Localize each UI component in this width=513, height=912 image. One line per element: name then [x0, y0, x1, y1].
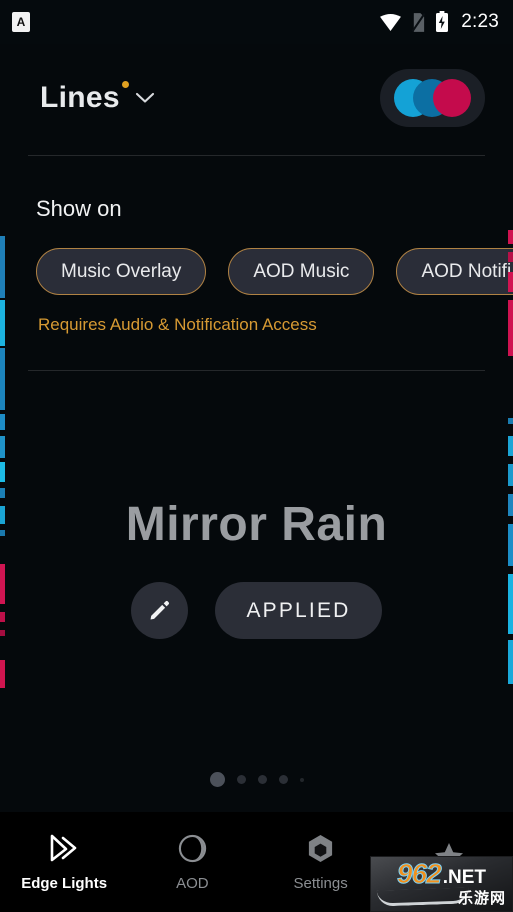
show-on-chip-row[interactable]: Music Overlay AOD Music AOD Notifi	[36, 248, 513, 295]
nav-item-settings[interactable]: Settings	[257, 812, 385, 912]
nav-item-aod[interactable]: AOD	[128, 812, 256, 912]
applied-button-label: APPLIED	[246, 598, 351, 622]
status-bar-clock: 2:23	[461, 11, 499, 32]
chip-music-overlay[interactable]: Music Overlay	[36, 248, 207, 295]
edge-light-segment	[508, 300, 513, 356]
divider-bottom	[28, 370, 485, 371]
nav-item-edge-lights[interactable]: Edge Lights	[0, 812, 128, 912]
edit-preset-button[interactable]	[131, 582, 189, 639]
edge-light-segment	[508, 464, 513, 486]
hex-nut-icon	[309, 834, 333, 862]
nav-label-edge-lights: Edge Lights	[21, 875, 108, 892]
preset-action-row: APPLIED	[0, 582, 513, 639]
current-preset-name: Mirror Rain	[125, 498, 388, 551]
chevron-down-icon[interactable]	[134, 91, 156, 105]
pencil-icon	[150, 601, 170, 620]
divider-top	[28, 155, 485, 156]
chip-label: AOD Notifi	[421, 260, 512, 282]
status-bar-notifications: A	[12, 12, 30, 32]
site-watermark: 962 .NET 乐游网	[370, 856, 513, 912]
edge-light-segment	[508, 418, 513, 424]
applied-button[interactable]: APPLIED	[215, 582, 382, 639]
chip-label: AOD Music	[253, 260, 350, 282]
preset-title-holder: Lines	[40, 80, 129, 114]
app-notification-icon: A	[12, 12, 30, 32]
pager-dot[interactable]	[236, 775, 246, 784]
watermark-brand: 962	[397, 858, 443, 889]
edge-light-segment	[508, 436, 513, 456]
watermark-tld: .NET	[442, 867, 486, 888]
moon-circle-icon	[178, 834, 207, 862]
watermark-brand-row: 962 .NET	[371, 858, 512, 889]
pager-dot-active[interactable]	[209, 772, 225, 787]
page-title: Lines	[40, 80, 120, 114]
status-bar: A 2:23	[0, 0, 513, 44]
preset-header: Lines	[0, 55, 513, 140]
pager-dot[interactable]	[257, 775, 267, 784]
edge-light-segment	[508, 230, 513, 244]
app-screen: A 2:23 Lines Show on Music Overlay AOD M…	[0, 0, 513, 912]
nav-label-settings: Settings	[293, 874, 348, 892]
edge-light-segment	[0, 236, 5, 298]
notification-letter: A	[16, 15, 26, 29]
no-sim-icon	[411, 12, 426, 32]
edge-light-segment	[508, 640, 513, 684]
watermark-swoosh-icon	[376, 887, 470, 907]
palette-color-swatch	[433, 78, 471, 117]
show-on-label: Show on	[36, 196, 122, 221]
edge-light-segment	[0, 300, 5, 346]
unsaved-changes-dot-icon	[121, 80, 129, 88]
edge-light-segment	[0, 436, 5, 458]
chip-label: Music Overlay	[61, 260, 182, 282]
color-palette-button[interactable]	[380, 68, 485, 127]
watermark-chinese-name: 乐游网	[457, 890, 506, 907]
pager-dots[interactable]	[0, 772, 513, 787]
edge-light-segment	[0, 660, 5, 688]
status-bar-system-icons: 2:23	[379, 11, 499, 33]
pager-dot[interactable]	[299, 777, 304, 782]
wifi-icon	[380, 13, 402, 31]
pager-dot[interactable]	[278, 775, 288, 784]
edge-light-segment	[0, 462, 5, 482]
battery-charging-icon	[436, 11, 449, 32]
nav-label-aod: AOD	[176, 874, 209, 892]
edge-lights-icon	[50, 834, 77, 862]
permission-requirement-note: Requires Audio & Notification Access	[38, 315, 317, 334]
preset-selector[interactable]: Lines	[40, 80, 156, 114]
edge-light-segment	[0, 348, 5, 410]
chip-aod-music[interactable]: AOD Music	[228, 248, 375, 295]
edge-light-segment	[0, 414, 5, 430]
chip-aod-notification[interactable]: AOD Notifi	[396, 248, 513, 295]
